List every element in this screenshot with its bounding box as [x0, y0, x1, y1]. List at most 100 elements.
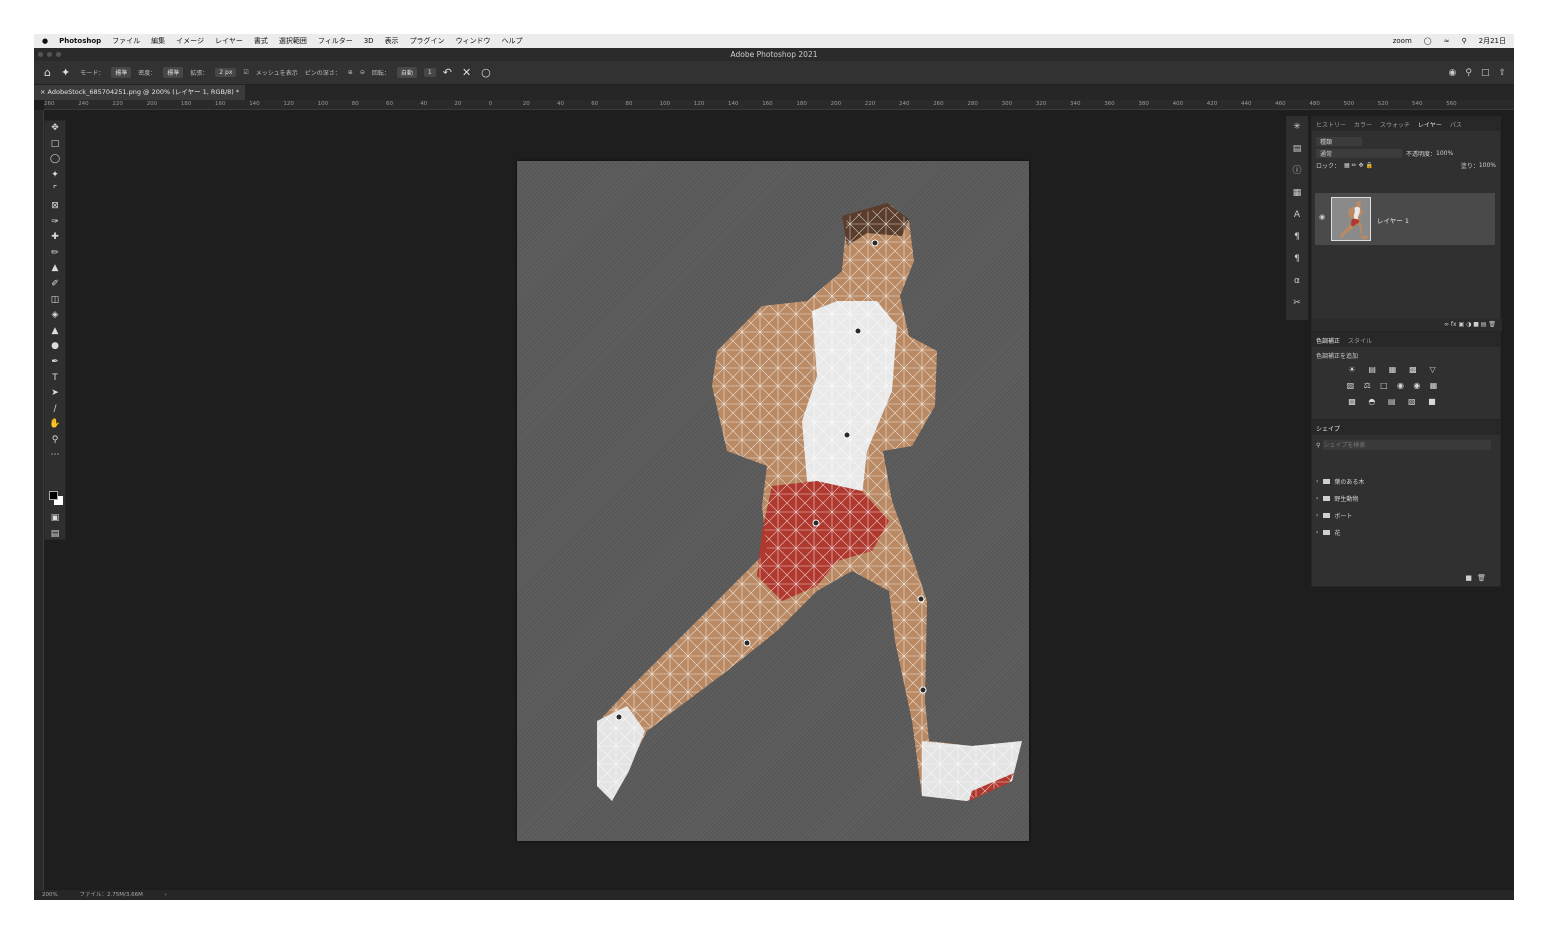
- layer-actions-icons[interactable]: ∞ fx ▣ ◑ ■ ▤ 🗑: [1444, 321, 1496, 328]
- line-tool-icon[interactable]: ∕: [45, 402, 65, 418]
- glyphs-icon[interactable]: α: [1286, 270, 1308, 292]
- tab-history[interactable]: ヒストリー: [1316, 120, 1346, 129]
- layer-filter-kind[interactable]: 種類: [1316, 136, 1363, 146]
- opacity-field[interactable]: 100%: [1436, 150, 1453, 157]
- warp-pin[interactable]: [615, 713, 623, 721]
- brush-tool-icon[interactable]: ✏: [45, 246, 65, 262]
- home-icon[interactable]: ⌂: [44, 66, 51, 79]
- menu-edit[interactable]: 編集: [151, 36, 165, 46]
- menu-view[interactable]: 表示: [385, 36, 399, 46]
- apple-menu-icon[interactable]: ●: [42, 37, 48, 45]
- lasso-tool-icon[interactable]: ◯: [45, 152, 65, 168]
- histogram-icon[interactable]: ▤: [1286, 138, 1308, 160]
- more-tools-icon[interactable]: ⋯: [45, 448, 65, 464]
- search-help-icon[interactable]: ⚲: [1465, 68, 1472, 78]
- clock-date[interactable]: 2月21日: [1479, 36, 1506, 46]
- puppet-warp-tool-icon[interactable]: ✦: [61, 66, 70, 79]
- foreground-color-swatch[interactable]: [49, 491, 58, 500]
- adjustment-icons-row-1[interactable]: ☀ ▤ ▦ ▩ ▽: [1342, 365, 1442, 374]
- menu-type[interactable]: 書式: [254, 36, 268, 46]
- blend-mode-select[interactable]: 通常: [1316, 148, 1403, 158]
- menu-3d[interactable]: 3D: [364, 37, 374, 45]
- new-shape-group-icon[interactable]: ■: [1465, 574, 1472, 582]
- undo-icon[interactable]: ↶: [443, 66, 452, 79]
- character-icon[interactable]: A: [1286, 204, 1308, 226]
- shape-folder[interactable]: › 花: [1312, 524, 1500, 541]
- creative-cloud-icon[interactable]: ◯: [1424, 37, 1432, 45]
- cancel-icon[interactable]: ✕: [462, 66, 471, 79]
- tab-shapes[interactable]: シェイプ: [1316, 424, 1340, 433]
- crop-tool-icon[interactable]: ⌜: [45, 183, 65, 199]
- zoom-window-icon[interactable]: [56, 52, 61, 57]
- info-icon[interactable]: ⓘ: [1286, 160, 1308, 182]
- type-tool-icon[interactable]: T: [45, 371, 65, 387]
- warp-pin[interactable]: [871, 239, 879, 247]
- close-window-icon[interactable]: [38, 52, 43, 57]
- clone-stamp-tool-icon[interactable]: ▲: [45, 261, 65, 277]
- delete-shape-icon[interactable]: 🗑: [1477, 574, 1486, 582]
- warp-pin[interactable]: [917, 595, 925, 603]
- document-canvas[interactable]: [517, 161, 1029, 841]
- menu-plugins[interactable]: プラグイン: [410, 36, 445, 46]
- paragraph-icon[interactable]: ¶: [1286, 226, 1308, 248]
- menu-image[interactable]: イメージ: [176, 36, 204, 46]
- lock-icons[interactable]: ▦ ✏ ✥ 🔒: [1344, 162, 1373, 169]
- expand-field[interactable]: 2 px: [215, 68, 237, 77]
- adjustments-icon[interactable]: ✳: [1286, 116, 1308, 138]
- visibility-eye-icon[interactable]: ◉: [1319, 213, 1325, 221]
- commit-icon[interactable]: ○: [481, 66, 491, 79]
- eraser-tool-icon[interactable]: ◫: [45, 293, 65, 309]
- pin-forward-icon[interactable]: ⊕: [348, 69, 353, 76]
- menu-filter[interactable]: フィルター: [318, 36, 353, 46]
- paragraph-style-icon[interactable]: ¶: [1286, 248, 1308, 270]
- eyedropper-tool-icon[interactable]: ✑: [45, 215, 65, 231]
- quick-mask-icon[interactable]: ▣: [45, 511, 65, 527]
- frame-tool-icon[interactable]: ⊠: [45, 199, 65, 215]
- blur-tool-icon[interactable]: ▲: [45, 324, 65, 340]
- show-mesh-checkbox[interactable]: ☑: [243, 69, 248, 76]
- healing-brush-tool-icon[interactable]: ✚: [45, 230, 65, 246]
- status-menu-chevron-icon[interactable]: ›: [165, 892, 167, 898]
- marquee-tool-icon[interactable]: □: [45, 137, 65, 153]
- wifi-icon[interactable]: ≈: [1444, 37, 1450, 45]
- menu-window[interactable]: ウィンドウ: [456, 36, 491, 46]
- layer-name[interactable]: レイヤー 1: [1377, 215, 1409, 225]
- shape-folder[interactable]: › 野生動物: [1312, 490, 1500, 507]
- screen-mode-icon[interactable]: ▤: [45, 527, 65, 543]
- rotate-select[interactable]: 自動: [396, 67, 417, 78]
- document-tab[interactable]: × AdobeStock_685704251.png @ 200% (レイヤー …: [34, 85, 246, 100]
- hand-tool-icon[interactable]: ✋: [45, 417, 65, 433]
- shapes-search-input[interactable]: [1323, 440, 1492, 450]
- magic-wand-tool-icon[interactable]: ✦: [45, 168, 65, 184]
- layer-row[interactable]: ◉ レイヤー 1: [1315, 193, 1495, 245]
- move-tool-icon[interactable]: ✥: [45, 121, 65, 137]
- tab-layers[interactable]: レイヤー: [1418, 120, 1442, 129]
- zoom-tool-icon[interactable]: ⚲: [45, 433, 65, 449]
- minimize-window-icon[interactable]: [47, 52, 52, 57]
- properties-icon[interactable]: ▦: [1286, 182, 1308, 204]
- search-icon[interactable]: ⚲: [1461, 37, 1466, 45]
- tab-swatches[interactable]: スウォッチ: [1380, 120, 1410, 129]
- workspace-icon[interactable]: □: [1481, 68, 1490, 78]
- warp-pin[interactable]: [843, 431, 851, 439]
- horizontal-ruler[interactable]: 260 240 220 200 180 160 140 120 100 80 60 40 20 0 20 40…: [44, 100, 1514, 110]
- menu-file[interactable]: ファイル: [112, 36, 140, 46]
- runner-image[interactable]: [517, 161, 1029, 841]
- menu-help[interactable]: ヘルプ: [502, 36, 523, 46]
- tab-color[interactable]: カラー: [1354, 120, 1372, 129]
- density-select[interactable]: 標準: [163, 67, 184, 78]
- warp-pin[interactable]: [812, 519, 820, 527]
- adjustment-icons-row-2[interactable]: ▨ ⚖ □ ◉ ◉ ▦: [1342, 381, 1442, 390]
- warp-pin[interactable]: [919, 686, 927, 694]
- vertical-ruler[interactable]: [34, 110, 44, 890]
- shape-folder[interactable]: › ボート: [1312, 507, 1500, 524]
- shape-folder[interactable]: › 葉のある木: [1312, 473, 1500, 490]
- fill-field[interactable]: 100%: [1479, 162, 1496, 169]
- share-icon[interactable]: ⇧: [1498, 68, 1506, 78]
- path-selection-tool-icon[interactable]: ➤: [45, 386, 65, 402]
- menu-layer[interactable]: レイヤー: [215, 36, 243, 46]
- mode-select[interactable]: 標準: [111, 67, 132, 78]
- pin-backward-icon[interactable]: ⊖: [360, 69, 365, 76]
- rotate-value-field[interactable]: 1: [423, 68, 436, 77]
- zoom-status-item[interactable]: zoom: [1393, 37, 1412, 45]
